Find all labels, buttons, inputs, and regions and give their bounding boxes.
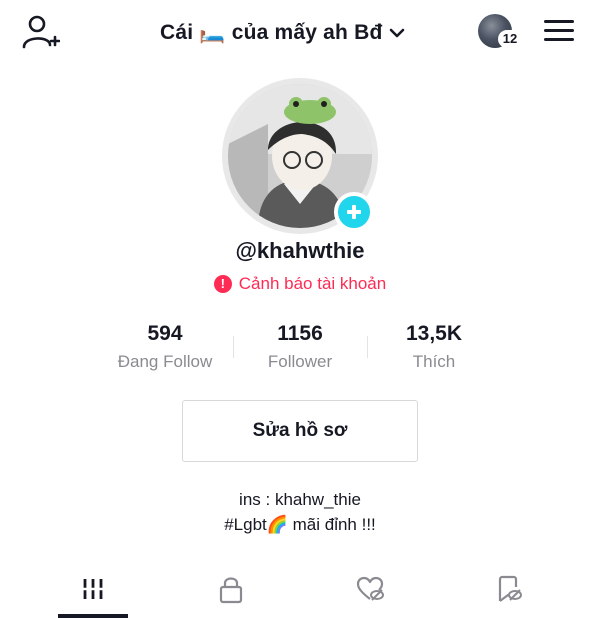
- tab-liked[interactable]: [302, 566, 438, 618]
- alert-icon: !: [213, 275, 232, 293]
- account-title: Cái 🛏️ của mấy ah Bđ: [160, 21, 383, 44]
- top-bar: Cái 🛏️ của mấy ah Bđ 12: [0, 0, 600, 64]
- lock-icon: [219, 577, 243, 604]
- chevron-down-icon: [389, 28, 404, 38]
- add-user-icon[interactable]: [22, 14, 60, 50]
- notification-count-badge: 12: [498, 30, 522, 48]
- profile-stats: 594 Đang Follow 1156 Follower 13,5K Thíc…: [98, 322, 502, 380]
- username: @khahwthie: [235, 238, 365, 263]
- likes-label: Thích: [412, 352, 456, 371]
- hamburger-menu-icon[interactable]: [544, 18, 574, 44]
- likes-count: 13,5K: [405, 322, 463, 345]
- tab-private[interactable]: [163, 566, 299, 618]
- tab-videos[interactable]: [25, 566, 161, 618]
- add-avatar-plus-icon[interactable]: [334, 192, 374, 232]
- bio-line: #Lgbt🌈 mãi đỉnh !!!: [224, 515, 376, 534]
- tab-saved[interactable]: [440, 566, 576, 618]
- profile-tabs: [0, 566, 600, 618]
- stat-following[interactable]: 594 Đang Follow: [98, 322, 232, 372]
- account-warning-label: Cảnh báo tài khoản: [238, 274, 387, 293]
- bio-line: ins : khahw_thie: [239, 490, 361, 509]
- grid-videos-icon: [81, 579, 105, 599]
- liked-hidden-icon: [356, 576, 384, 601]
- bookmark-hidden-icon: [498, 575, 522, 602]
- followers-label: Follower: [267, 352, 333, 371]
- stat-followers[interactable]: 1156 Follower: [233, 322, 367, 372]
- account-warning[interactable]: ! Cảnh báo tài khoản: [0, 274, 600, 294]
- account-switcher[interactable]: Cái 🛏️ của mấy ah Bđ: [160, 18, 405, 48]
- profile-bio: ins : khahw_thie #Lgbt🌈 mãi đỉnh !!!: [0, 487, 600, 537]
- stat-likes[interactable]: 13,5K Thích: [367, 322, 501, 372]
- active-tab-indicator: [58, 614, 128, 618]
- following-label: Đang Follow: [117, 352, 213, 371]
- edit-profile-button[interactable]: Sửa hồ sơ: [182, 400, 418, 462]
- followers-count: 1156: [277, 322, 323, 345]
- following-count: 594: [147, 322, 183, 345]
